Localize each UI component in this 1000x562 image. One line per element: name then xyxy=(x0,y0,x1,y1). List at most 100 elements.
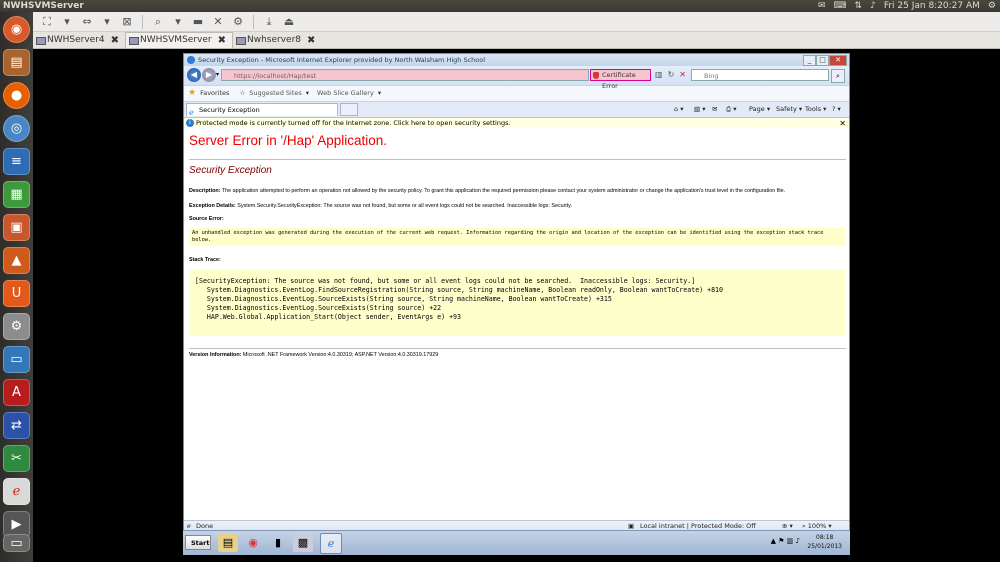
safety-menu-label: Safety xyxy=(776,105,797,113)
stack-trace-line: Stack Trace: xyxy=(189,257,221,263)
monitor-icon xyxy=(36,37,46,45)
page-subheading: Security Exception xyxy=(189,165,272,176)
shield-icon xyxy=(593,72,599,79)
app-white-icon[interactable]: ℯ xyxy=(3,478,30,505)
fullscreen-icon[interactable]: ⛶ xyxy=(39,15,55,29)
tools-icon[interactable]: ✂ xyxy=(3,445,30,472)
safety-menu[interactable]: Safety ▾ xyxy=(776,102,802,117)
chevron-down-icon[interactable]: ▾ xyxy=(216,71,219,78)
chevron-down-icon[interactable]: ▾ xyxy=(99,15,115,29)
server-manager-icon[interactable]: ▮ xyxy=(268,533,288,552)
tab-nwhserver8[interactable]: Nwhserver8 ✖ xyxy=(233,33,321,48)
url-input[interactable]: https://localhost/Hap/test xyxy=(221,69,589,81)
ie-title-bar[interactable]: Security Exception - Microsoft Internet … xyxy=(184,54,849,66)
chrome-icon[interactable]: ◉ xyxy=(243,533,263,552)
chromium-icon[interactable]: ◎ xyxy=(3,115,30,142)
keyboard-icon[interactable]: ⌨ xyxy=(834,0,847,12)
start-button[interactable]: Start xyxy=(185,535,211,550)
suggested-sites-link[interactable]: Suggested Sites xyxy=(249,86,302,101)
favorites-button[interactable]: Favorites xyxy=(200,86,229,101)
close-icon[interactable]: ✖ xyxy=(307,33,315,48)
help-menu[interactable]: ? ▾ xyxy=(832,102,841,117)
volume-icon[interactable]: ♪ xyxy=(870,0,876,12)
start-label: Start xyxy=(191,539,210,547)
page-menu[interactable]: Page ▾ xyxy=(749,102,770,117)
minimize-icon[interactable]: ⤓ xyxy=(261,15,277,29)
windows-clock[interactable]: 08:18 25/01/2013 xyxy=(807,533,842,551)
ie-tab-bar: ℯ Security Exception ⌂ ▾ ▧ ▾ ✉ ⎙ ▾ Page … xyxy=(184,101,849,117)
ie-logo-icon xyxy=(187,56,195,64)
search-input[interactable]: Bing xyxy=(691,69,829,81)
home-icon[interactable]: ⌂ ▾ xyxy=(674,102,683,117)
workspace-icon[interactable]: ▭ xyxy=(3,534,30,552)
stop-icon[interactable]: ✕ xyxy=(679,70,686,79)
exception-details-label: Exception Details: xyxy=(189,203,236,209)
chevron-down-icon[interactable]: ▾ xyxy=(378,86,381,101)
web-slice-gallery-link[interactable]: Web Slice Gallery xyxy=(317,86,374,101)
close-button[interactable]: ✕ xyxy=(829,55,847,66)
app-red-icon[interactable]: A xyxy=(3,379,30,406)
zoom-value: 100% xyxy=(807,522,827,530)
new-tab-button[interactable] xyxy=(340,103,358,116)
chevron-down-icon[interactable]: ▾ xyxy=(59,15,75,29)
ubuntu-one-icon[interactable]: U xyxy=(3,280,30,307)
exception-details-text: System.Security.SecurityException: The s… xyxy=(237,203,572,209)
top-panel: NWHSVMServer ✉ ⌨ ⇅ ♪ Fri 25 Jan 8:20:27 … xyxy=(0,0,1000,12)
dash-home-icon[interactable]: ◉ xyxy=(3,16,30,43)
close-icon[interactable]: ✖ xyxy=(111,33,119,48)
tools-icon[interactable]: ⚙ xyxy=(230,15,246,29)
chevron-down-icon[interactable]: ▾ xyxy=(170,15,186,29)
tab-label: NWHSVMServer xyxy=(140,35,212,45)
mail-icon[interactable]: ✉ xyxy=(712,102,717,117)
explorer-icon[interactable]: ▤ xyxy=(218,533,238,552)
impress-icon[interactable]: ▣ xyxy=(3,214,30,241)
network-tool-icon[interactable]: ▩ xyxy=(293,533,313,552)
chevron-down-icon[interactable]: ▾ xyxy=(306,86,309,101)
monitor-icon xyxy=(129,37,140,45)
tab-nwhserver4[interactable]: NWHServer4 ✖ xyxy=(33,33,125,48)
calc-icon[interactable]: ▦ xyxy=(3,181,30,208)
ie-tab-security-exception[interactable]: ℯ Security Exception xyxy=(186,103,338,117)
certificate-error-button[interactable]: Certificate Error xyxy=(590,69,651,90)
disconnect-icon[interactable]: ⏏ xyxy=(281,15,297,29)
power-gear-icon[interactable]: ⚙ xyxy=(988,0,996,12)
star-icon[interactable]: ★ xyxy=(188,86,196,101)
remote-desktop-icon[interactable]: ▭ xyxy=(3,346,30,373)
add-favorite-icon[interactable]: ☆ xyxy=(239,86,245,101)
search-placeholder: Bing xyxy=(704,72,719,80)
ie-taskbar-icon[interactable]: ℯ xyxy=(320,533,342,554)
refresh-icon[interactable]: ↻ xyxy=(668,70,675,79)
system-settings-icon[interactable]: ⚙ xyxy=(3,313,30,340)
writer-icon[interactable]: ≡ xyxy=(3,148,30,175)
zoom-icon[interactable]: ⌕ xyxy=(150,15,166,29)
stack-trace-box: [SecurityException: The source was not f… xyxy=(189,270,845,336)
firefox-icon[interactable]: ● xyxy=(3,82,30,109)
grab-keyboard-icon[interactable]: ⊠ xyxy=(119,15,135,29)
preferences-icon[interactable]: ✕ xyxy=(210,15,226,29)
version-info-line: Version Information: Microsoft .NET Fram… xyxy=(189,352,438,358)
toolbar-divider xyxy=(142,14,143,29)
network-icon[interactable]: ⇅ xyxy=(855,0,863,12)
maximize-button[interactable]: □ xyxy=(816,55,829,66)
back-button[interactable]: ◀ xyxy=(187,68,201,82)
remmina-tab-bar: NWHServer4 ✖ NWHSVMServer ✖ Nwhserver8 ✖ xyxy=(33,32,1000,49)
tab-nwhsvmserver[interactable]: NWHSVMServer ✖ xyxy=(125,32,233,48)
search-icon[interactable]: ⌕ xyxy=(831,69,845,83)
keyboard-icon[interactable]: ▬ xyxy=(190,15,206,29)
tray-icons[interactable]: ▲ ⚑ ▥ ♪ xyxy=(771,537,800,545)
software-center-icon[interactable]: ▲ xyxy=(3,247,30,274)
minimize-button[interactable]: _ xyxy=(803,55,816,66)
files-icon[interactable]: ▤ xyxy=(3,49,30,76)
panel-clock[interactable]: Fri 25 Jan 8:20:27 AM xyxy=(884,0,980,12)
scale-icon[interactable]: ⇔ xyxy=(79,15,95,29)
mail-icon[interactable]: ✉ xyxy=(818,0,826,12)
print-icon[interactable]: ⎙ ▾ xyxy=(726,102,737,117)
feeds-icon[interactable]: ▧ ▾ xyxy=(694,102,705,117)
transfer-icon[interactable]: ⇄ xyxy=(3,412,30,439)
tab-label: NWHServer4 xyxy=(47,35,105,45)
version-info-label: Version Information: xyxy=(189,352,242,358)
tools-menu[interactable]: Tools ▾ xyxy=(805,102,826,117)
close-icon[interactable]: ✖ xyxy=(218,33,226,48)
compatibility-icon[interactable]: ▥ xyxy=(655,70,663,79)
forward-button[interactable]: ▶ xyxy=(202,68,216,82)
